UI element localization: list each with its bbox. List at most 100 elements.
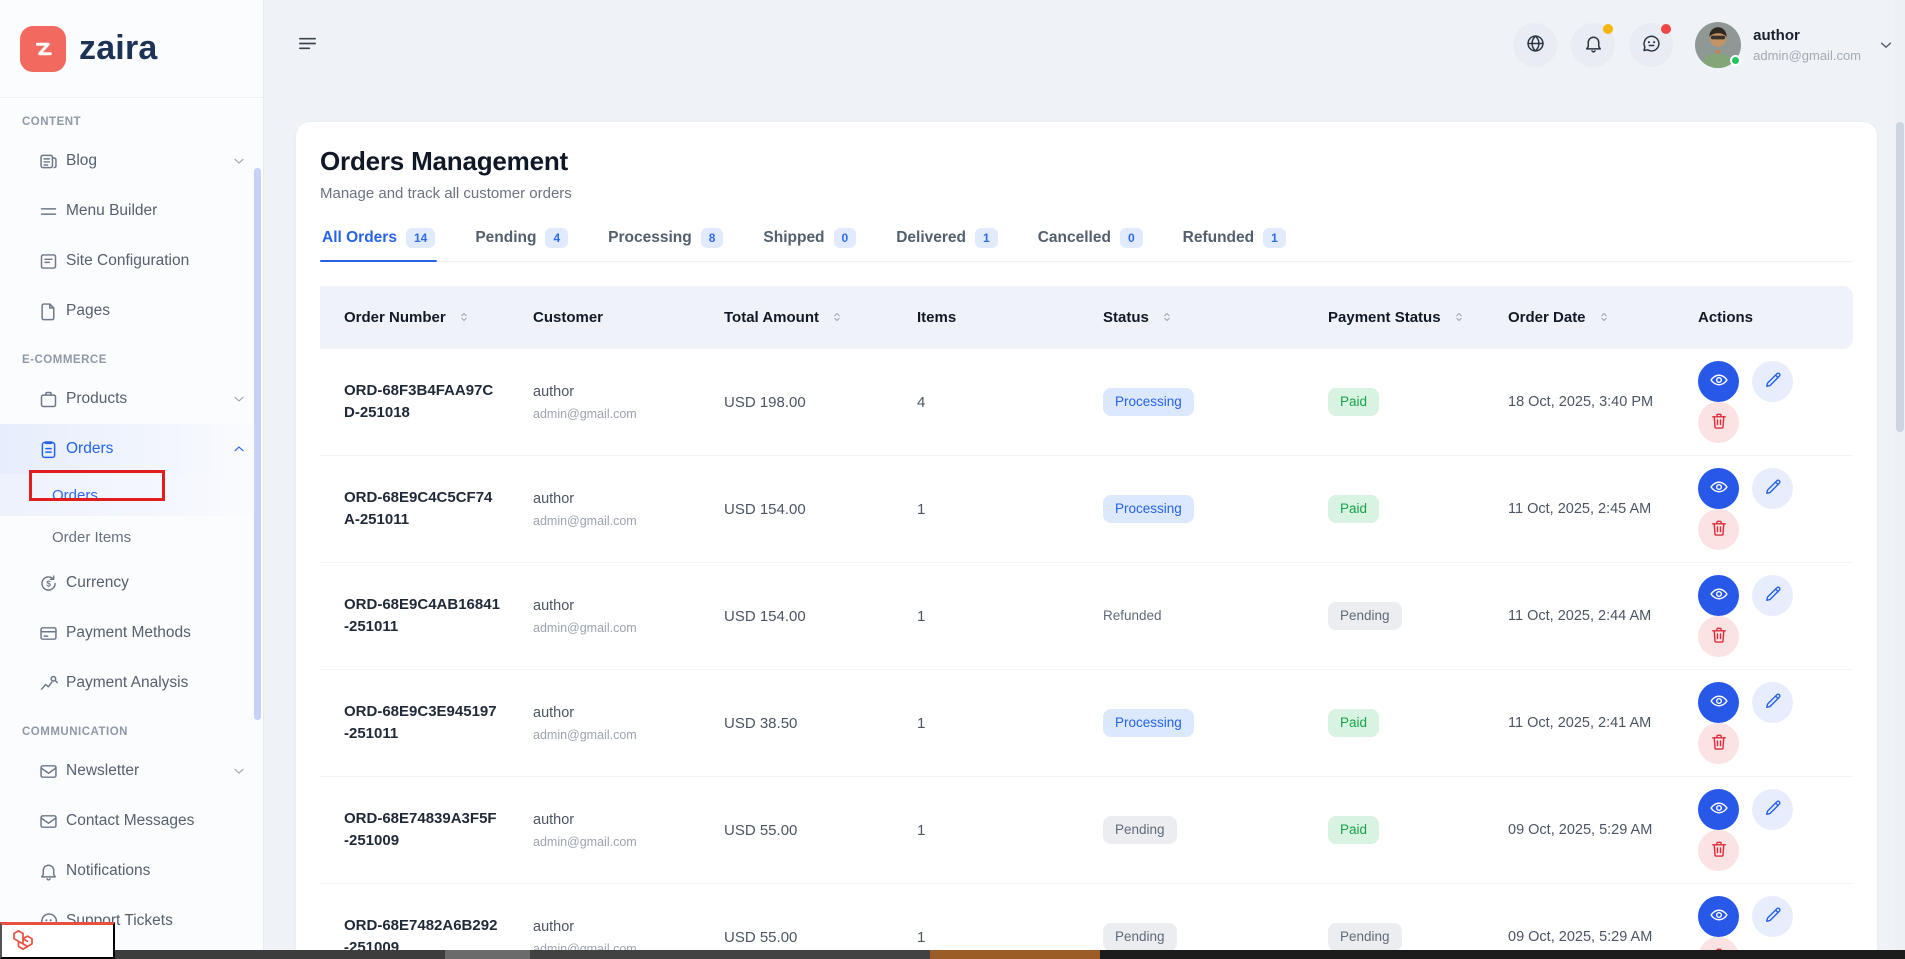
topbar-actions: author admin@gmail.com (1513, 22, 1895, 68)
items-count: 1 (893, 670, 1079, 777)
eye-icon (1709, 370, 1729, 393)
sort-icon[interactable] (1160, 310, 1174, 324)
payment-status-badge: Pending (1328, 923, 1402, 951)
total-amount: USD 38.50 (700, 670, 893, 777)
order-number: ORD-68F3B4FAA97CD-251018 (344, 380, 501, 425)
chevron-down-icon (231, 391, 247, 407)
message-smile-icon (1641, 33, 1662, 57)
sidebar-section-label: COMMUNICATION (0, 708, 263, 746)
customer-email: admin@gmail.com (533, 728, 692, 742)
sidebar-item-payment-methods[interactable]: Payment Methods (0, 608, 263, 658)
tab-count-badge: 0 (834, 228, 857, 248)
view-order-button[interactable] (1698, 575, 1739, 616)
chart-search-icon (38, 673, 59, 694)
topbar: author admin@gmail.com (264, 0, 1905, 90)
order-number: ORD-68E9C4AB16841-251011 (344, 594, 501, 639)
topbar-icon-button[interactable] (1571, 23, 1615, 67)
total-amount: USD 55.00 (700, 777, 893, 884)
sidebar-item-notifications[interactable]: Notifications (0, 846, 263, 896)
tab-shipped[interactable]: Shipped 0 (761, 226, 858, 261)
tab-delivered[interactable]: Delivered 1 (894, 226, 999, 261)
site-config-icon (38, 251, 59, 272)
payment-status-badge: Paid (1328, 709, 1379, 737)
edit-order-button[interactable] (1752, 361, 1793, 402)
edit-order-button[interactable] (1752, 575, 1793, 616)
delete-order-button[interactable] (1698, 509, 1739, 550)
table-row: ORD-68E7482A6B292-251009 author admin@gm… (320, 884, 1853, 959)
debugbar-toggle-button[interactable] (0, 922, 115, 959)
brand-wordmark: zaira (79, 29, 158, 68)
mail-icon (38, 811, 59, 832)
orders-table: Order Number Customer Total Amount (320, 286, 1853, 959)
sidebar-item-currency[interactable]: $ Currency (0, 558, 263, 608)
view-order-button[interactable] (1698, 682, 1739, 723)
tab-refunded[interactable]: Refunded 1 (1181, 226, 1288, 261)
trash-icon (1709, 839, 1729, 862)
view-order-button[interactable] (1698, 361, 1739, 402)
sidebar-item-pages[interactable]: Pages (0, 286, 263, 336)
sidebar-item-site-configuration[interactable]: Site Configuration (0, 236, 263, 286)
column-header-items: Items (893, 286, 1079, 349)
total-amount: USD 154.00 (700, 563, 893, 670)
sidebar-item-payment-analysis[interactable]: Payment Analysis (0, 658, 263, 708)
newspaper-icon (38, 151, 59, 172)
view-order-button[interactable] (1698, 896, 1739, 937)
order-date: 11 Oct, 2025, 2:45 AM (1484, 456, 1674, 563)
sidebar-item-orders[interactable]: Orders (0, 424, 263, 474)
sidebar-item-newsletter[interactable]: Newsletter (0, 746, 263, 796)
sort-icon[interactable] (1452, 310, 1466, 324)
sidebar-scrollbar[interactable] (254, 168, 261, 720)
sidebar-section-e-commerce: E-COMMERCE Products Orders Orders Order … (0, 336, 263, 708)
tab-all-orders[interactable]: All Orders 14 (320, 226, 437, 261)
delete-order-button[interactable] (1698, 402, 1739, 443)
sidebar-item-order-items[interactable]: Order Items (0, 516, 263, 558)
orders-table-wrap: Order Number Customer Total Amount (320, 286, 1853, 959)
sidebar-toggle-button[interactable] (296, 32, 319, 58)
status-badge: Pending (1103, 923, 1177, 951)
column-header-payment-status: Payment Status (1304, 286, 1484, 349)
customer-email: admin@gmail.com (533, 835, 692, 849)
delete-order-button[interactable] (1698, 830, 1739, 871)
chevron-down-icon[interactable] (1877, 36, 1895, 54)
user-menu[interactable]: author admin@gmail.com (1695, 22, 1895, 68)
page-scrollbar-thumb[interactable] (1896, 122, 1904, 432)
customer-email: admin@gmail.com (533, 514, 692, 528)
edit-order-button[interactable] (1752, 896, 1793, 937)
hamburger-icon (296, 32, 319, 58)
sort-icon[interactable] (1597, 310, 1611, 324)
tab-count-badge: 8 (701, 228, 724, 248)
chevron-up-icon (231, 441, 247, 457)
edit-order-button[interactable] (1752, 789, 1793, 830)
topbar-icon-button[interactable] (1513, 23, 1557, 67)
sidebar-item-orders[interactable]: Orders (0, 474, 263, 516)
sidebar-section-communication: COMMUNICATION Newsletter Contact Message… (0, 708, 263, 946)
sidebar-item-blog[interactable]: Blog (0, 136, 263, 186)
sidebar-item-menu-builder[interactable]: Menu Builder (0, 186, 263, 236)
payment-status-badge: Pending (1328, 602, 1402, 630)
debugbar-strip[interactable] (115, 950, 1905, 959)
sidebar-section-label: CONTENT (0, 98, 263, 136)
pencil-icon (1763, 370, 1783, 393)
view-order-button[interactable] (1698, 789, 1739, 830)
avatar (1695, 22, 1741, 68)
view-order-button[interactable] (1698, 468, 1739, 509)
sort-icon[interactable] (457, 310, 471, 324)
tab-pending[interactable]: Pending 4 (473, 226, 570, 261)
tab-processing[interactable]: Processing 8 (606, 226, 725, 261)
orders-management-card: Orders Management Manage and track all c… (296, 122, 1877, 959)
customer-name: author (533, 705, 692, 721)
page-scrollbar[interactable] (1895, 0, 1905, 959)
tab-cancelled[interactable]: Cancelled 0 (1036, 226, 1145, 261)
sort-icon[interactable] (830, 310, 844, 324)
sidebar-item-contact-messages[interactable]: Contact Messages (0, 796, 263, 846)
delete-order-button[interactable] (1698, 616, 1739, 657)
edit-order-button[interactable] (1752, 682, 1793, 723)
brand[interactable]: zaira (0, 0, 263, 98)
tab-count-badge: 4 (545, 228, 568, 248)
sidebar-item-products[interactable]: Products (0, 374, 263, 424)
topbar-icon-button[interactable] (1629, 23, 1673, 67)
delete-order-button[interactable] (1698, 723, 1739, 764)
trash-icon (1709, 732, 1729, 755)
order-date: 18 Oct, 2025, 3:40 PM (1484, 349, 1674, 456)
edit-order-button[interactable] (1752, 468, 1793, 509)
